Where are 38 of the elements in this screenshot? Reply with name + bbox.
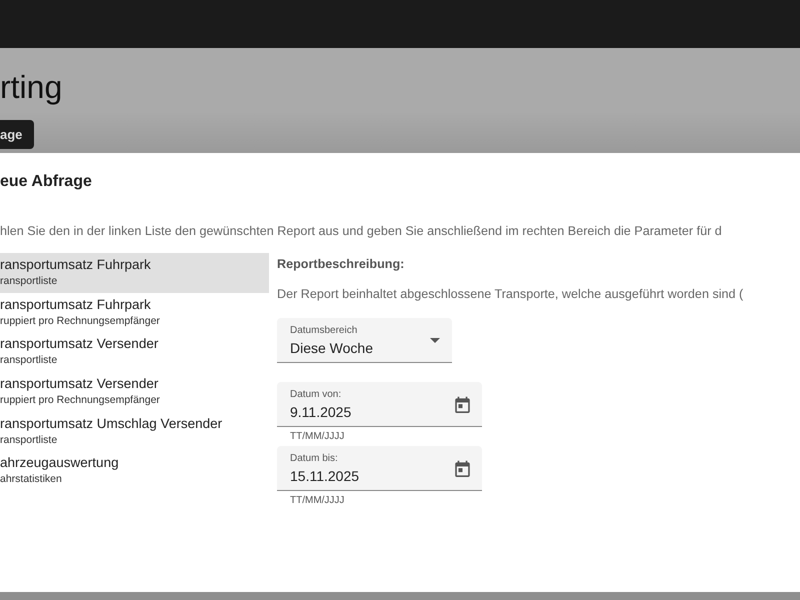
report-list-item[interactable]: ransportumsatz Umschlag Versender ransportliste	[0, 411, 269, 451]
report-title: ransportumsatz Umschlag Versender	[0, 414, 224, 433]
report-subtitle: ransportliste	[0, 274, 58, 290]
report-list-item[interactable]: ransportumsatz Fuhrpark ruppiert pro Rechnungsempfänger	[0, 292, 269, 332]
report-subtitle: ahrstatistiken	[0, 472, 63, 488]
instruction-text: hlen Sie den in der linken Liste den gewünschten Report aus und geben Sie anschließend im rechten Bereich die Parameter für d	[0, 223, 723, 239]
report-subtitle: ransportliste	[0, 353, 58, 368]
report-title: ransportumsatz Versender	[0, 375, 160, 394]
report-list-item[interactable]: ransportumsatz Fuhrpark ransportliste	[0, 253, 269, 293]
report-list-item[interactable]: ransportumsatz Versender ruppiert pro Rechnungsempfänger	[0, 372, 269, 412]
date-field[interactable]: Datum von: 9.11.2025	[277, 382, 482, 427]
field-value: 15.11.2025	[290, 467, 360, 486]
report-list-item[interactable]: ahrzeugauswertung ahrstatistiken	[0, 450, 269, 491]
field-label: Datum bis:	[290, 453, 339, 465]
report-subtitle: ransportliste	[0, 432, 58, 448]
field-label: Datum von:	[290, 389, 342, 401]
report-subtitle: ruppiert pro Rechnungsempfänger	[0, 393, 161, 408]
report-title: ransportumsatz Versender	[0, 335, 160, 354]
field-value: Diese Woche	[290, 339, 374, 358]
description-text: Der Report beinhaltet abgeschlossene Transporte, welche ausgeführt worden sind (	[277, 287, 744, 301]
report-subtitle: ruppiert pro Rechnungsempfänger	[0, 314, 161, 329]
report-title: ransportumsatz Fuhrpark	[0, 296, 152, 314]
query-button[interactable]: age	[0, 120, 34, 149]
dialog-title: eue Abfrage	[0, 172, 93, 192]
date-format-hint: TT/MM/JJJJ	[290, 495, 346, 507]
date-field[interactable]: Datum bis: 15.11.2025	[277, 446, 482, 491]
caret-icon	[430, 338, 440, 342]
report-title: ransportumsatz Fuhrpark	[0, 256, 152, 274]
calendar-icon[interactable]	[455, 396, 470, 413]
field-value: 9.11.2025	[290, 403, 352, 422]
page-title: rting	[0, 68, 62, 106]
description-heading: Reportbeschreibung:	[277, 257, 404, 271]
calendar-icon[interactable]	[455, 460, 470, 477]
report-title: ahrzeugauswertung	[0, 454, 120, 472]
report-list-item[interactable]: ransportumsatz Versender ransportliste	[0, 332, 269, 372]
field-label: Datumsbereich	[290, 325, 358, 337]
date-format-hint: TT/MM/JJJJ	[290, 431, 346, 443]
date-range-select[interactable]: Datumsbereich Diese Woche	[277, 318, 452, 363]
